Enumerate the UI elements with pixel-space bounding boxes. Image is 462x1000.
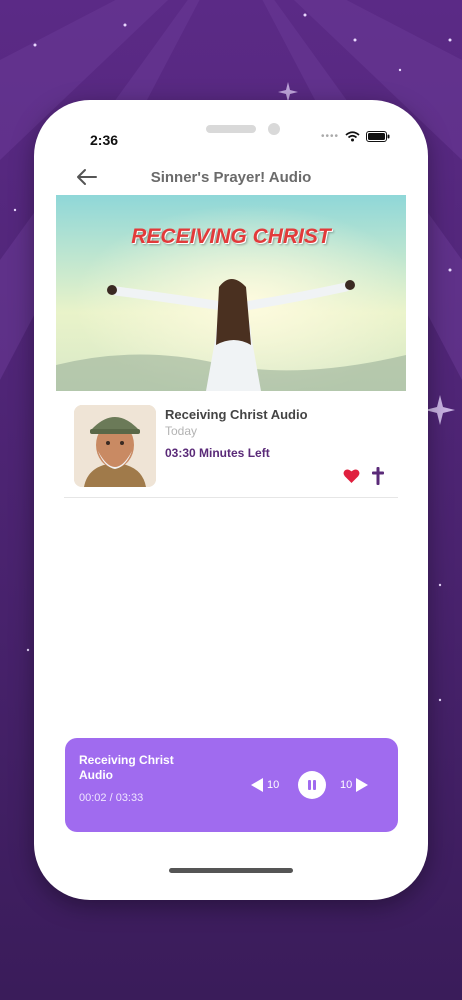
page-title: Sinner's Prayer! Audio xyxy=(150,169,312,186)
phone-screen: 2:36 •••• Sinner's Prayer! Audio RECEIVI… xyxy=(34,100,428,900)
battery-icon xyxy=(366,131,390,142)
player-elapsed-time: 00:02 / 03:33 xyxy=(79,792,144,804)
wifi-icon xyxy=(345,131,360,142)
forward-10-button[interactable]: 10 xyxy=(340,777,369,793)
banner-title: RECEIVING CHRIST xyxy=(131,225,331,248)
cross-icon[interactable] xyxy=(372,467,384,485)
rewind-10-button[interactable]: 10 xyxy=(251,777,279,793)
pause-icon-bar-right xyxy=(313,780,316,790)
forward-label: 10 xyxy=(340,779,353,791)
forward-icon xyxy=(356,778,369,792)
banner-image: RECEIVING CHRIST xyxy=(56,195,406,391)
front-camera xyxy=(268,123,280,135)
pause-button[interactable] xyxy=(298,771,326,799)
track-avatar xyxy=(74,405,156,487)
mini-player[interactable]: Receiving Christ Audio 00:02 / 03:33 10 … xyxy=(65,738,398,832)
speaker-grille xyxy=(206,125,256,133)
rewind-label: 10 xyxy=(267,779,280,791)
track-date: Today xyxy=(165,424,198,438)
divider xyxy=(64,497,398,498)
status-time: 2:36 xyxy=(90,132,119,148)
header-bar: Sinner's Prayer! Audio xyxy=(34,160,428,196)
status-icons: •••• xyxy=(321,131,390,142)
home-indicator[interactable] xyxy=(169,868,293,873)
track-card[interactable]: Receiving Christ Audio Today 03:30 Minut… xyxy=(74,405,398,495)
track-title: Receiving Christ Audio xyxy=(165,407,308,422)
speaker-portrait xyxy=(74,405,156,487)
pause-icon-bar-left xyxy=(308,780,311,790)
rewind-icon xyxy=(251,778,263,792)
player-title: Receiving Christ Audio xyxy=(79,753,174,782)
signal-dots-icon: •••• xyxy=(320,131,339,142)
track-remaining: 03:30 Minutes Left xyxy=(165,446,270,460)
heart-icon[interactable] xyxy=(343,468,360,484)
